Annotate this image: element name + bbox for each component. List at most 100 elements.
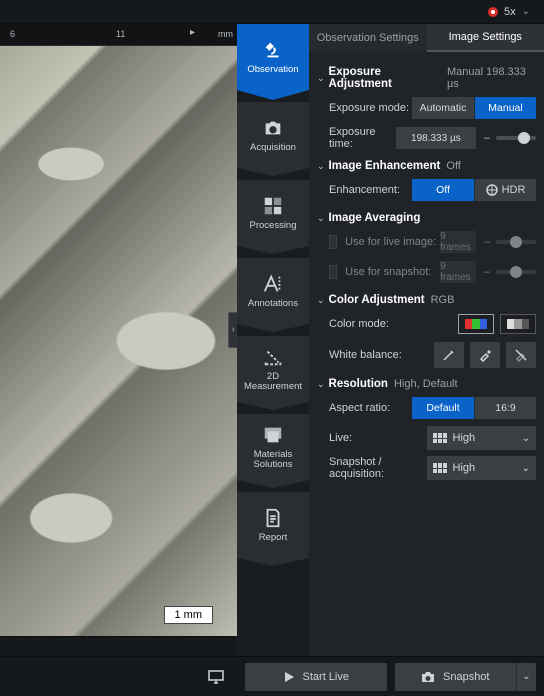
settings-scroll[interactable]: ⌄ Exposure Adjustment Manual 198.333 µs … [309,52,544,656]
field-label: Enhancement: [329,184,412,196]
wb-pick-button[interactable] [470,342,500,368]
snapshot-dropdown[interactable]: ⌄ [516,663,536,691]
enhancement-hdr[interactable]: HDR [474,179,536,201]
chevron-down-icon: ⌄ [522,433,530,444]
select-value: High [453,462,522,474]
magnification-selector[interactable]: 5x ⌄ [488,6,530,18]
minus-icon: – [484,266,490,278]
color-mode-rgb[interactable] [458,314,494,334]
exposure-mode-automatic[interactable]: Automatic [412,97,474,119]
field-label: Snapshot / acquisition: [329,456,427,480]
tab-image-settings[interactable]: Image Settings [427,24,544,52]
materials-icon [262,424,284,446]
ruler-unit: mm [218,29,233,39]
checkbox-avg-snapshot[interactable] [329,265,337,279]
tab-label: Annotations [246,299,300,309]
chevron-down-icon: ⌄ [317,73,325,84]
live-resolution-select[interactable]: High ⌄ [427,426,537,450]
tab-acquisition[interactable]: Acquisition [237,102,309,168]
enhancement-off[interactable]: Off [412,179,474,201]
row-exposure-mode: Exposure mode: Automatic Manual [329,96,536,120]
bottom-area: Start Live Snapshot ⌄ [0,656,544,696]
dropper-icon [478,348,492,362]
panel-collapse-handle[interactable]: › [228,312,237,348]
field-label: Exposure time: [329,126,396,150]
avg-live-frames: 9 frames [440,231,476,253]
row-snapshot-resolution: Snapshot / acquisition: High ⌄ [329,456,536,480]
display-options-button[interactable] [205,666,227,688]
avg-snap-slider [496,270,536,274]
microscope-icon [262,39,284,61]
section-title: Exposure Adjustment [329,66,441,90]
chevron-down-icon: ⌄ [317,295,325,306]
tab-report[interactable]: Report [237,492,309,558]
play-icon [283,671,295,683]
wand-icon [442,348,456,362]
section-exposure: ⌄ Exposure Adjustment Manual 198.333 µs … [317,66,536,150]
tab-label: Materials Solutions [251,450,294,471]
processing-icon [262,195,284,217]
wb-reset-button[interactable] [506,342,536,368]
tab-observation-settings[interactable]: Observation Settings [309,24,427,52]
section-header[interactable]: ⌄ Resolution High, Default [317,378,536,390]
section-header[interactable]: ⌄ Image Enhancement Off [317,160,536,172]
field-label: Exposure mode: [329,102,412,114]
grid-icon [433,463,447,473]
start-live-button[interactable]: Start Live [245,663,387,691]
aspect-default[interactable]: Default [412,397,474,419]
chevron-down-icon: ⌄ [317,379,325,390]
tab-2d-measurement[interactable]: 2D Measurement [237,336,309,402]
section-header[interactable]: ⌄ Exposure Adjustment Manual 198.333 µs [317,66,536,90]
left-footer [0,656,237,696]
hdr-label: HDR [502,184,526,196]
slider-thumb[interactable] [518,132,530,144]
section-color: ⌄ Color Adjustment RGB Color mode: [317,294,536,368]
exposure-time-value[interactable]: 198.333 µs [396,127,476,149]
aspect-16-9[interactable]: 16:9 [474,397,536,419]
monitor-icon [208,670,224,684]
snapshot-resolution-select[interactable]: High ⌄ [427,456,537,480]
report-icon [262,507,284,529]
scale-bar: 1 mm [164,606,214,624]
tab-processing[interactable]: Processing [237,180,309,246]
tab-materials-solutions[interactable]: Materials Solutions [237,414,309,480]
row-enhancement: Enhancement: Off HDR [329,178,536,202]
bottom-toolbar: Start Live Snapshot ⌄ [237,656,544,696]
exposure-time-slider-group: – [484,132,536,144]
snapshot-label: Snapshot [443,671,489,683]
snapshot-button[interactable]: Snapshot [395,663,517,691]
section-header[interactable]: ⌄ Image Averaging [317,212,536,224]
ruler-tick: 6 [10,24,15,39]
measure-icon [262,346,284,368]
chevron-down-icon: ⌄ [522,6,530,17]
app-root: 5x ⌄ 6 11 ▸ mm › 1 mm [0,0,544,696]
settings-tabs: Observation Settings Image Settings [309,24,544,52]
row-aspect-ratio: Aspect ratio: Default 16:9 [329,396,536,420]
minus-icon[interactable]: – [484,132,490,144]
row-exposure-time: Exposure time: 198.333 µs – [329,126,536,150]
tab-observation[interactable]: Observation [237,24,309,90]
exposure-mode-manual[interactable]: Manual [474,97,536,119]
section-header[interactable]: ⌄ Color Adjustment RGB [317,294,536,306]
workflow-tabs: Observation Acquisition Processing Annot… [237,24,309,656]
color-mode-gray[interactable] [500,314,536,334]
field-label: Aspect ratio: [329,402,412,414]
checkbox-avg-live[interactable] [329,235,337,249]
chevron-right-icon: › [231,324,234,335]
section-title: Image Enhancement [329,160,441,172]
section-enhancement: ⌄ Image Enhancement Off Enhancement: Off… [317,160,536,202]
wb-auto-button[interactable] [434,342,464,368]
main-body: 6 11 ▸ mm › 1 mm Observation [0,24,544,656]
camera-icon [262,117,284,139]
field-label: Color mode: [329,318,458,330]
exposure-time-slider[interactable] [496,136,536,140]
live-image-viewport[interactable]: › 1 mm [0,46,237,636]
reset-icon [514,348,528,362]
hdr-icon [486,184,498,196]
field-label: White balance: [329,349,428,361]
chevron-down-icon: ⌄ [317,213,325,224]
section-title: Color Adjustment [329,294,425,306]
tab-label: 2D Measurement [242,372,304,393]
tab-annotations[interactable]: Annotations [237,258,309,324]
section-resolution: ⌄ Resolution High, Default Aspect ratio:… [317,378,536,480]
